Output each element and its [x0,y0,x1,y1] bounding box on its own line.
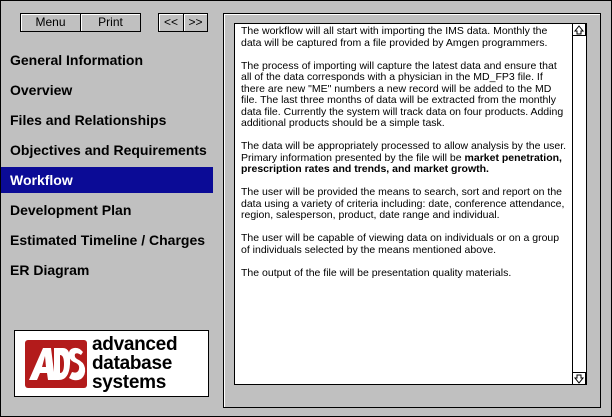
page-nav-group: << >> [158,13,208,32]
next-button[interactable]: >> [184,14,207,31]
paragraph-2: The process of importing will capture th… [241,59,564,129]
nav-item-objectives-and-requirements[interactable]: Objectives and Requirements [1,135,213,165]
nav-item-general-information[interactable]: General Information [1,45,213,75]
previous-button[interactable]: << [159,14,184,31]
vertical-scrollbar[interactable] [572,24,586,384]
presentation-window: Menu Print << >> General Information Ove… [0,0,612,417]
arrow-up-icon[interactable] [573,24,586,36]
menu-button[interactable]: Menu [21,14,81,31]
nav-item-development-plan[interactable]: Development Plan [1,195,213,225]
paragraph-1: The workflow will all start with importi… [241,25,548,49]
print-button[interactable]: Print [81,14,140,31]
nav-item-estimated-timeline-charges[interactable]: Estimated Timeline / Charges [1,225,213,255]
paragraph-6: The output of the file will be presentat… [241,266,512,279]
arrow-down-icon[interactable] [573,372,586,384]
content-text-area[interactable]: The workflow will all start with importi… [234,23,587,385]
paragraph-3: The data will be appropriately processed… [241,140,567,176]
logo-line-3: systems [92,372,166,393]
ads-logo-mark [25,340,87,388]
menu-print-group: Menu Print [20,13,141,32]
nav-item-er-diagram[interactable]: ER Diagram [1,255,213,285]
paragraph-4: The user will be provided the means to s… [241,186,565,221]
paragraph-5: The user will be capable of viewing data… [241,232,560,256]
sidebar-nav: General Information Overview Files and R… [1,45,213,285]
company-name: advanced database systems [92,335,178,393]
nav-item-overview[interactable]: Overview [1,75,213,105]
nav-item-files-and-relationships[interactable]: Files and Relationships [1,105,213,135]
workflow-description: The workflow will all start with importi… [241,25,567,291]
nav-item-workflow[interactable]: Workflow [1,167,213,193]
company-logo: advanced database systems [14,330,209,397]
